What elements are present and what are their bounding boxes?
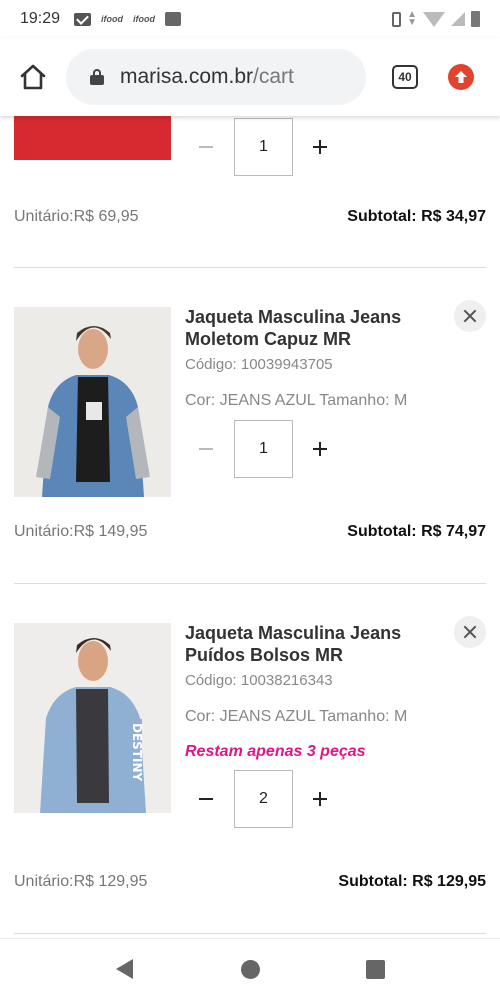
product-photo [14, 307, 171, 497]
app-icon [165, 12, 182, 26]
notification-icons: ifood ifood [74, 12, 182, 26]
increase-quantity-button[interactable] [309, 136, 331, 158]
address-bar[interactable]: marisa.com.br/cart [66, 49, 366, 105]
update-button[interactable] [448, 64, 474, 90]
ifood-icon: ifood [133, 14, 156, 24]
recents-icon[interactable] [366, 960, 385, 979]
product-image[interactable] [14, 116, 171, 160]
status-time: 19:29 [20, 10, 61, 27]
product-code: Código: 10038216343 [185, 672, 333, 689]
product-image[interactable] [14, 307, 171, 497]
quantity-stepper: 2 [196, 770, 331, 828]
product-image[interactable]: DESTINY [14, 623, 171, 813]
browser-toolbar: marisa.com.br/cart 40 [0, 38, 500, 116]
divider [14, 267, 486, 268]
gmail-icon [74, 12, 92, 26]
url-path: /cart [253, 65, 294, 88]
product-photo: DESTINY [14, 623, 171, 813]
quantity-stepper: 1 [196, 420, 331, 478]
ifood-icon: ifood [101, 14, 124, 24]
product-name[interactable]: Jaqueta Masculina Jeans Moletom Capuz MR [185, 306, 435, 350]
data-arrows-icon: ▲ ▼ [407, 9, 417, 28]
system-icons: ▲ ▼ [392, 9, 480, 28]
remove-item-button[interactable] [454, 300, 486, 332]
increase-quantity-button[interactable] [309, 788, 331, 810]
unit-price: Unitário:R$ 69,95 [14, 208, 139, 225]
system-nav-bar [0, 938, 500, 1000]
subtotal: Subtotal: R$ 74,97 [347, 523, 486, 540]
url-domain: marisa.com.br [120, 65, 254, 88]
product-code: Código: 10039943705 [185, 356, 333, 373]
lock-icon [90, 69, 104, 85]
home-button[interactable] [0, 38, 66, 116]
product-print-text: DESTINY [130, 723, 144, 781]
quantity-field[interactable]: 2 [234, 770, 293, 828]
tab-switcher-button[interactable]: 40 [392, 65, 418, 89]
decrease-quantity-button[interactable] [196, 438, 218, 460]
product-name[interactable]: Jaqueta Masculina Jeans Puídos Bolsos MR [185, 622, 435, 666]
decrease-quantity-button[interactable] [196, 788, 218, 810]
stock-warning: Restam apenas 3 peças [185, 743, 366, 760]
unit-price: Unitário:R$ 149,95 [14, 523, 148, 540]
subtotal: Subtotal: R$ 34,97 [347, 208, 486, 225]
product-attributes: Cor: JEANS AZUL Tamanho: M [185, 392, 408, 409]
decrease-quantity-button[interactable] [196, 136, 218, 158]
vibrate-icon [392, 11, 402, 27]
quantity-stepper: 1 [196, 118, 331, 176]
product-attributes: Cor: JEANS AZUL Tamanho: M [185, 708, 408, 725]
remove-item-button[interactable] [454, 616, 486, 648]
wifi-icon [423, 11, 445, 27]
status-bar: 19:29 ifood ifood ▲ ▼ [0, 0, 500, 38]
arrow-up-icon [455, 71, 467, 83]
subtotal: Subtotal: R$ 129,95 [338, 873, 486, 890]
quantity-field[interactable]: 1 [234, 118, 293, 176]
home-icon [20, 64, 46, 90]
divider [14, 933, 486, 934]
increase-quantity-button[interactable] [309, 438, 331, 460]
unit-price: Unitário:R$ 129,95 [14, 873, 148, 890]
cart-list: 1 Unitário:R$ 69,95 Subtotal: R$ 34,97 J… [0, 116, 500, 938]
home-icon[interactable] [241, 960, 260, 979]
divider [14, 583, 486, 584]
back-icon[interactable] [116, 959, 133, 979]
battery-icon [471, 11, 480, 27]
signal-icon [451, 12, 465, 26]
quantity-field[interactable]: 1 [234, 420, 293, 478]
